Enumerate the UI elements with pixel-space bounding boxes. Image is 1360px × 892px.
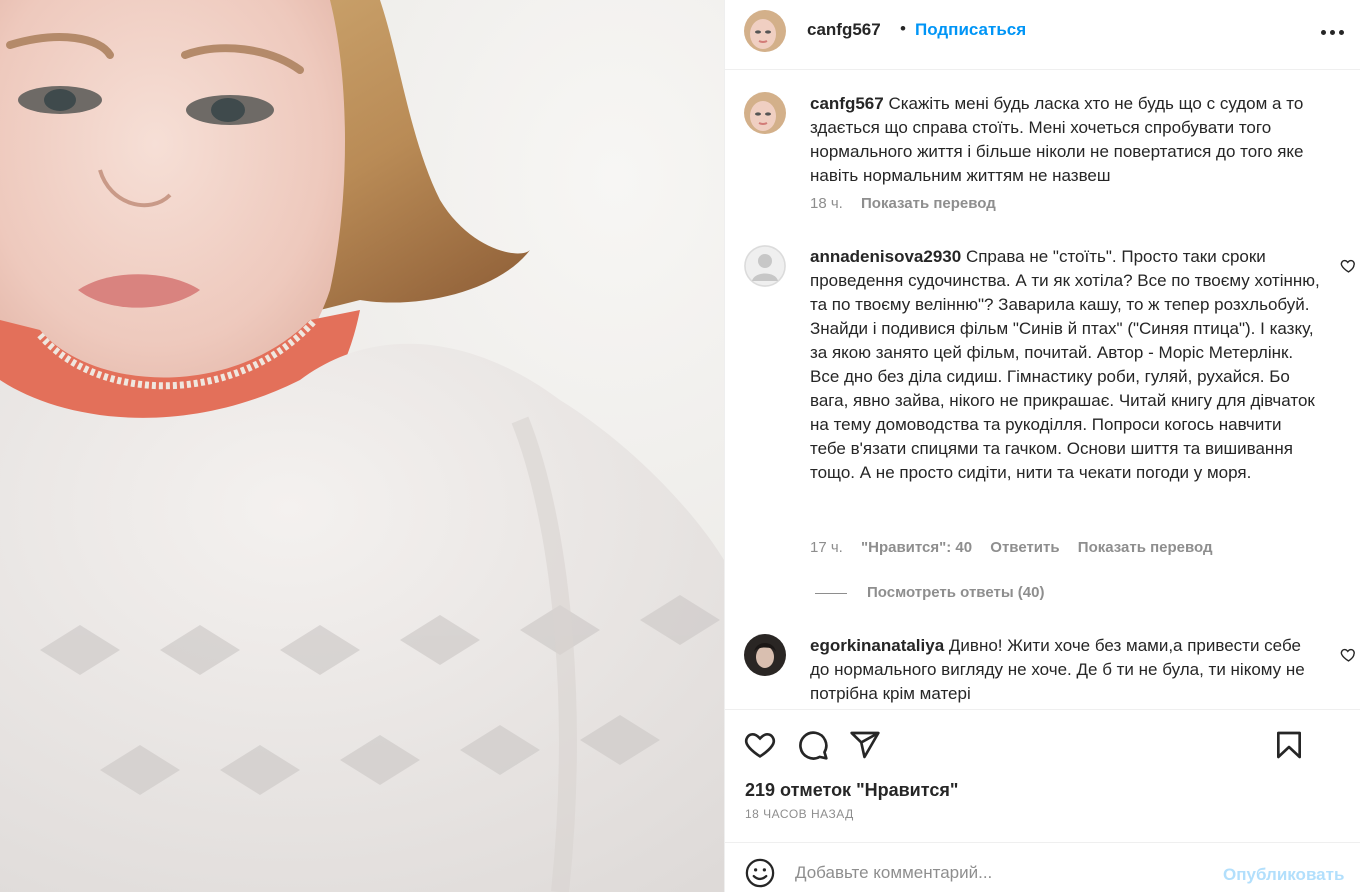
view-replies-button[interactable]: Посмотреть ответы (40) (815, 584, 1044, 601)
comment-icon[interactable] (797, 729, 829, 761)
post-side-panel: canfg567 • Подписаться canfg567 Скажіть … (724, 0, 1360, 892)
comment-time: 17 ч. (810, 539, 843, 556)
heart-icon[interactable] (744, 729, 776, 761)
heart-icon[interactable] (1340, 646, 1357, 663)
view-replies-label: Посмотреть ответы (40) (867, 584, 1045, 601)
comments-list[interactable]: canfg567 Скажіть мені будь ласка хто не … (725, 71, 1360, 709)
caption-text: canfg567 Скажіть мені будь ласка хто не … (810, 92, 1320, 188)
comment-username[interactable]: egorkinanataliya (810, 636, 944, 655)
caption-avatar[interactable] (744, 92, 786, 134)
action-bar (725, 709, 1360, 773)
emoji-icon[interactable] (745, 858, 775, 888)
caption-meta: 18 ч. Показать перевод (810, 195, 1010, 212)
comment-meta: 17 ч. "Нравится": 40 Ответить Показать п… (810, 539, 1227, 556)
publish-button[interactable]: Опубликовать (1223, 865, 1344, 885)
post-header: canfg567 • Подписаться (725, 0, 1360, 70)
comment-username[interactable]: annadenisova2930 (810, 247, 961, 266)
follow-button[interactable]: Подписаться (915, 20, 1026, 40)
add-comment-bar: Опубликовать (725, 842, 1360, 892)
caption-translate-link[interactable]: Показать перевод (861, 195, 996, 212)
more-horizontal-icon[interactable] (1321, 22, 1347, 42)
comment-body: Справа не "стоїть". Просто таки сроки пр… (810, 247, 1320, 482)
reply-button[interactable]: Ответить (990, 539, 1059, 556)
post-timestamp: 18 ЧАСОВ НАЗАД (745, 807, 854, 821)
comment-input[interactable] (795, 855, 1215, 891)
comment-text: egorkinanataliya Дивно! Жити хоче без ма… (810, 634, 1320, 706)
post-image (0, 0, 724, 892)
send-icon[interactable] (849, 729, 881, 761)
post-photo[interactable] (0, 0, 724, 892)
separator-dot: • (900, 19, 906, 38)
caption-username[interactable]: canfg567 (810, 94, 884, 113)
comment-likes[interactable]: "Нравится": 40 (861, 539, 972, 556)
caption-time: 18 ч. (810, 195, 843, 212)
author-avatar[interactable] (744, 10, 786, 52)
replies-divider (815, 592, 847, 594)
bookmark-icon[interactable] (1273, 729, 1305, 761)
comment-avatar-egorkinanataliya[interactable] (744, 634, 786, 676)
comment-text: annadenisova2930 Справа не "стоїть". Про… (810, 245, 1320, 485)
caption-body: Скажіть мені будь ласка хто не будь що с… (810, 94, 1304, 185)
heart-icon[interactable] (1340, 257, 1357, 274)
likes-count[interactable]: 219 отметок "Нравится" (745, 780, 958, 801)
comment-translate-link[interactable]: Показать перевод (1078, 539, 1213, 556)
author-username[interactable]: canfg567 (807, 20, 881, 40)
comment-avatar-annadenisova2930[interactable] (744, 245, 786, 287)
